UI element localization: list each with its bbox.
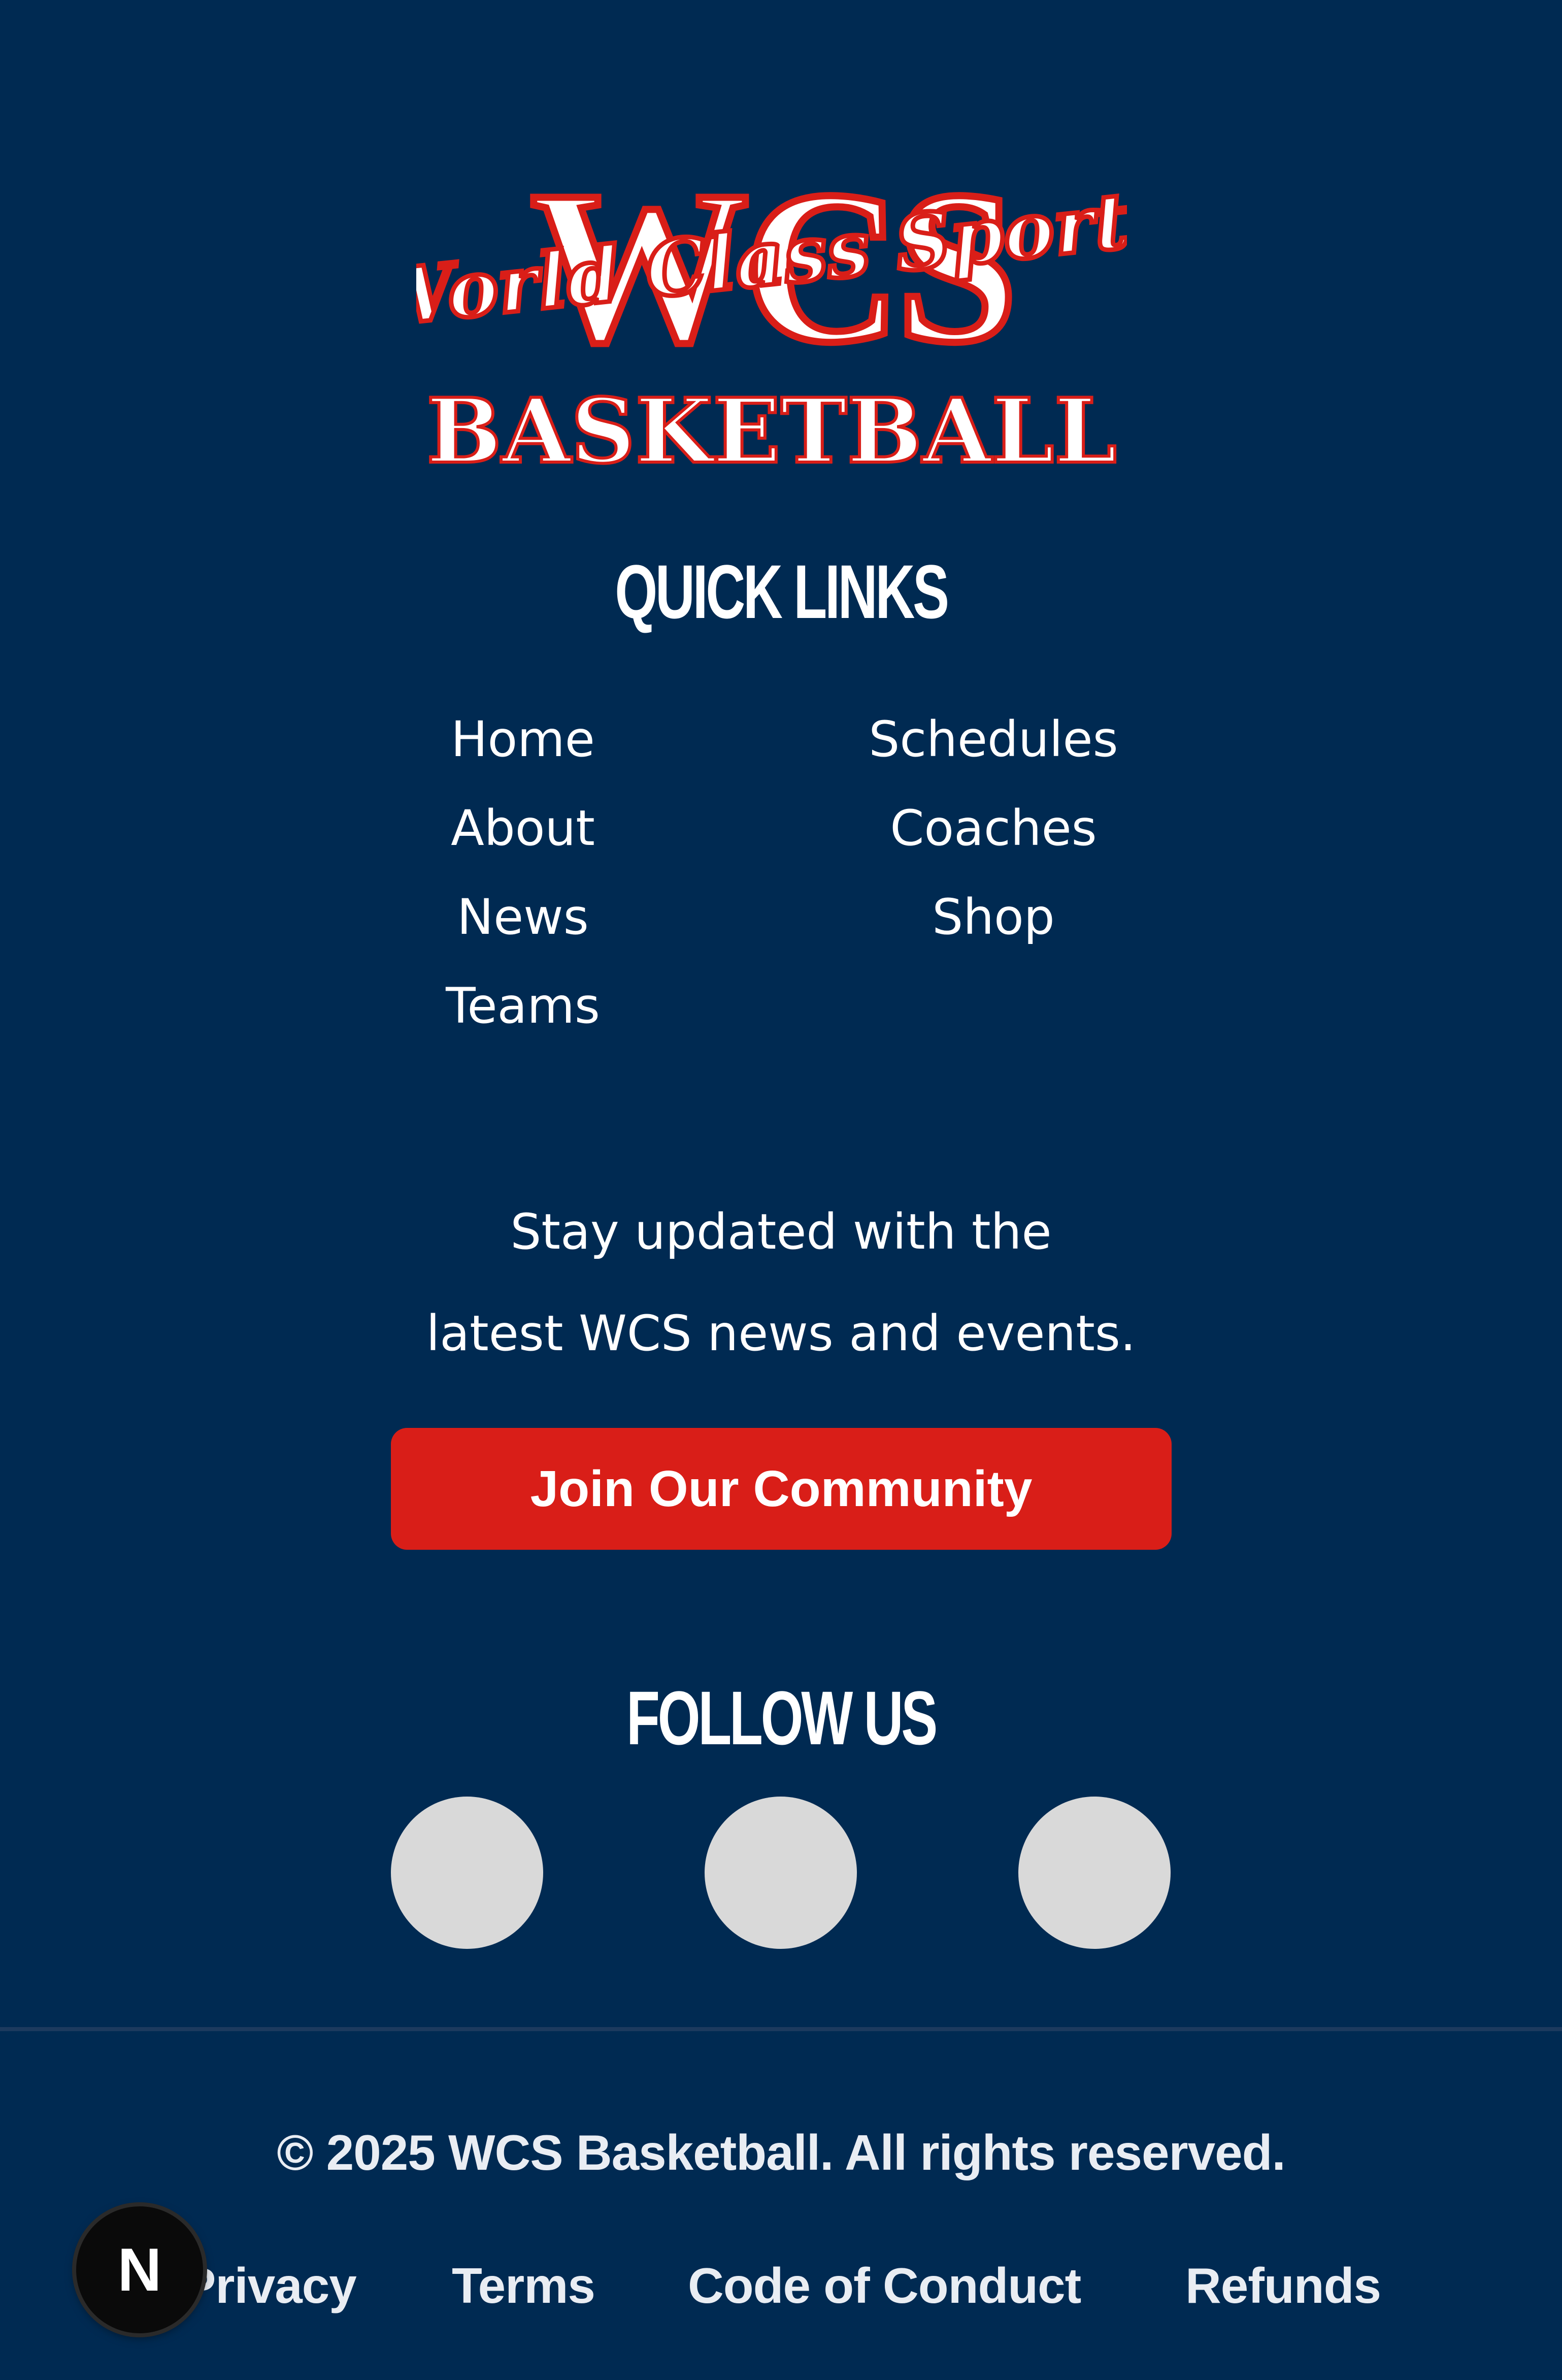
join-community-button[interactable]: Join Our Community <box>391 1428 1172 1550</box>
legal-link-code-of-conduct[interactable]: Code of Conduct <box>688 2261 1081 2310</box>
nav-link-shop[interactable]: Shop <box>816 893 1171 941</box>
nav-link-schedules[interactable]: Schedules <box>816 715 1171 764</box>
nav-link-coaches[interactable]: Coaches <box>816 804 1171 853</box>
legal-link-refunds[interactable]: Refunds <box>1185 2261 1381 2310</box>
copyright-text: © 2025 WCS Basketball. All rights reserv… <box>277 2125 1285 2180</box>
nav-link-about[interactable]: About <box>345 804 701 853</box>
social-icon[interactable] <box>705 1797 857 1949</box>
footer-divider <box>0 2027 1562 2031</box>
nav-link-news[interactable]: News <box>345 893 701 941</box>
legal-link-terms[interactable]: Terms <box>452 2261 595 2310</box>
social-icon[interactable] <box>391 1797 543 1949</box>
newsletter-tagline-line-2: latest WCS news and events. <box>426 1305 1136 1362</box>
legal-link-privacy[interactable]: Privacy <box>183 2261 357 2310</box>
social-icon[interactable] <box>1018 1797 1171 1949</box>
follow-us-heading: FOLLOW US <box>626 1675 938 1760</box>
nav-link-home[interactable]: Home <box>345 715 701 764</box>
wcs-basketball-logo[interactable]: WCS World Class Sports BASKETBALL <box>416 147 1127 477</box>
nav-link-teams[interactable]: Teams <box>345 982 701 1030</box>
nextjs-dev-badge-icon[interactable]: N <box>76 2206 203 2333</box>
quick-links-heading: QUICK LINKS <box>615 549 949 634</box>
site-footer: WCS World Class Sports BASKETBALL QUICK … <box>0 0 1562 2380</box>
newsletter-tagline-line-1: Stay updated with the <box>510 1203 1052 1260</box>
svg-text:BASKETBALL: BASKETBALL <box>426 379 1117 477</box>
nextjs-badge-letter: N <box>117 2236 162 2304</box>
